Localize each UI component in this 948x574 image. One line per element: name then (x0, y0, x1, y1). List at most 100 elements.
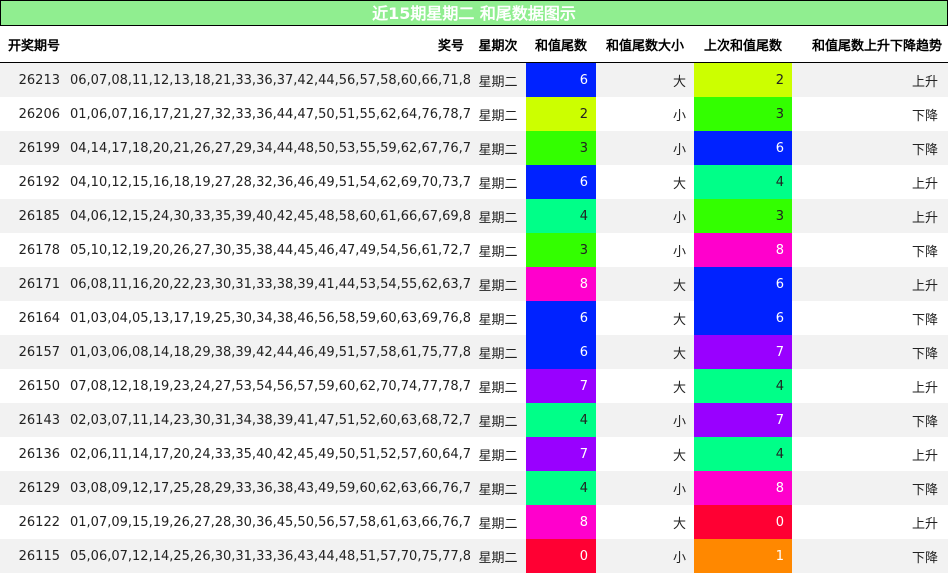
cell-trend: 下降 (792, 131, 948, 165)
cell-prev-tail: 1 (694, 539, 792, 573)
cell-sum-tail: 7 (526, 437, 596, 471)
cell-sum-size: 大 (672, 516, 686, 532)
table-row: 26164 01,03,04,05,13,17,19,25,30,34,38,46… (0, 301, 948, 335)
cell-issue: 26192 (18, 174, 60, 190)
cell-issue: 26122 (18, 514, 60, 530)
data-table: 开奖期号 奖号 星期次 和值尾数 和值尾数大小 上次和值尾数 和值尾数上升下降趋… (0, 26, 948, 573)
cell-trend: 上升 (911, 516, 938, 532)
table-row: 26115 05,06,07,12,14,25,26,30,31,33,36,43… (0, 539, 948, 573)
table-row: 26171 06,08,11,16,20,22,23,30,31,33,38,39… (0, 267, 948, 301)
cell-weekday: 星期二 (478, 448, 518, 464)
cell-sum-size: 小 (596, 199, 694, 233)
table-row: 26122 01,07,09,15,19,26,27,28,30,36,45,50… (0, 505, 948, 539)
cell-numbers: 04,06,12,15,24,30,33,35,39,40,42,45,48,5… (70, 199, 470, 233)
cell-weekday: 星期二 (470, 267, 526, 301)
cell-sum-size: 大 (672, 448, 686, 464)
cell-weekday: 星期二 (478, 244, 518, 260)
table-row: 26136 02,06,11,14,17,20,24,33,35,40,42,45… (0, 437, 948, 471)
cell-prev-tail: 0 (694, 505, 792, 539)
cell-prev-tail: 2 (694, 62, 792, 97)
cell-numbers: 06,07,08,11,12,13,18,21,33,36,37,42,44,5… (70, 62, 470, 97)
table-row: 26213 06,07,08,11,12,13,18,21,33,36,37,42… (0, 62, 948, 97)
cell-issue: 26171 (0, 267, 70, 301)
header-sum-size: 和值尾数大小 (596, 26, 694, 63)
cell-sum-size: 大 (596, 267, 694, 301)
cell-sum-tail: 6 (526, 301, 596, 335)
table-row: 26199 04,14,17,18,20,21,26,27,29,34,44,48… (0, 131, 948, 165)
cell-issue: 26213 (0, 62, 70, 97)
cell-issue: 26136 (18, 446, 60, 462)
cell-weekday: 星期二 (470, 131, 526, 165)
cell-prev-tail: 4 (694, 165, 792, 199)
cell-prev-tail: 4 (694, 369, 792, 403)
table-row: 26178 05,10,12,19,20,26,27,30,35,38,44,45… (0, 233, 948, 267)
table-body: 26213 06,07,08,11,12,13,18,21,33,36,37,42… (0, 62, 948, 573)
cell-sum-tail: 3 (526, 233, 596, 267)
cell-trend: 下降 (792, 335, 948, 369)
cell-weekday: 星期二 (470, 199, 526, 233)
cell-prev-tail: 6 (694, 131, 792, 165)
cell-issue: 26150 (18, 378, 60, 394)
cell-trend: 上升 (792, 267, 948, 301)
cell-prev-tail: 7 (694, 403, 792, 437)
cell-numbers: 01,03,06,08,14,18,29,38,39,42,44,46,49,5… (70, 335, 470, 369)
cell-sum-tail: 6 (526, 165, 596, 199)
cell-numbers: 01,06,07,16,17,21,27,32,33,36,44,47,50,5… (70, 106, 470, 122)
cell-prev-tail: 6 (694, 301, 792, 335)
cell-prev-tail: 6 (694, 267, 792, 301)
cell-trend: 上升 (792, 62, 948, 97)
table-row: 26157 01,03,06,08,14,18,29,38,39,42,44,46… (0, 335, 948, 369)
cell-numbers: 02,03,07,11,14,23,30,31,34,38,39,41,47,5… (70, 403, 470, 437)
cell-sum-size: 小 (672, 244, 686, 260)
table-row: 26206 01,06,07,16,17,21,27,32,33,36,44,47… (0, 97, 948, 131)
cell-sum-tail: 2 (526, 97, 596, 131)
header-weekday: 星期次 (470, 26, 526, 63)
header-issue: 开奖期号 (0, 26, 70, 63)
cell-weekday: 星期二 (470, 62, 526, 97)
cell-trend: 上升 (911, 176, 938, 192)
header-trend: 和值尾数上升下降趋势 (792, 26, 948, 63)
cell-prev-tail: 3 (694, 199, 792, 233)
table-title: 近15期星期二 和尾数据图示 (0, 0, 948, 26)
cell-numbers: 04,14,17,18,20,21,26,27,29,34,44,48,50,5… (70, 131, 470, 165)
cell-prev-tail: 3 (694, 97, 792, 131)
cell-sum-size: 大 (596, 335, 694, 369)
cell-weekday: 星期二 (478, 312, 518, 328)
cell-weekday: 星期二 (470, 539, 526, 573)
cell-sum-tail: 8 (526, 267, 596, 301)
cell-prev-tail: 8 (694, 471, 792, 505)
cell-trend: 上升 (911, 380, 938, 396)
cell-sum-size: 小 (596, 131, 694, 165)
cell-prev-tail: 7 (694, 335, 792, 369)
cell-sum-tail: 0 (526, 539, 596, 573)
cell-weekday: 星期二 (478, 176, 518, 192)
cell-sum-tail: 4 (526, 403, 596, 437)
cell-trend: 下降 (792, 403, 948, 437)
cell-trend: 下降 (792, 471, 948, 505)
header-sum-tail: 和值尾数 (526, 26, 596, 63)
header-numbers: 奖号 (70, 26, 470, 63)
cell-trend: 上升 (911, 448, 938, 464)
cell-numbers: 07,08,12,18,19,23,24,27,53,54,56,57,59,6… (70, 378, 470, 394)
cell-issue: 26157 (0, 335, 70, 369)
table-row: 26129 03,08,09,12,17,25,28,29,33,36,38,43… (0, 471, 948, 505)
cell-numbers: 06,08,11,16,20,22,23,30,31,33,38,39,41,4… (70, 267, 470, 301)
cell-numbers: 02,06,11,14,17,20,24,33,35,40,42,45,49,5… (70, 446, 470, 462)
cell-weekday: 星期二 (478, 380, 518, 396)
cell-sum-size: 小 (596, 471, 694, 505)
cell-issue: 26199 (0, 131, 70, 165)
cell-sum-tail: 4 (526, 471, 596, 505)
cell-issue: 26115 (0, 539, 70, 573)
cell-trend: 下降 (911, 312, 938, 328)
cell-weekday: 星期二 (470, 335, 526, 369)
cell-sum-size: 大 (672, 312, 686, 328)
cell-sum-size: 小 (596, 403, 694, 437)
cell-numbers: 03,08,09,12,17,25,28,29,33,36,38,43,49,5… (70, 471, 470, 505)
cell-sum-tail: 4 (526, 199, 596, 233)
cell-sum-size: 大 (672, 380, 686, 396)
cell-prev-tail: 4 (694, 437, 792, 471)
cell-weekday: 星期二 (470, 471, 526, 505)
cell-trend: 下降 (911, 244, 938, 260)
page: 近15期星期二 和尾数据图示 开奖期号 奖号 星期次 和值尾数 和值尾数大小 上… (0, 0, 948, 574)
cell-sum-size: 小 (596, 539, 694, 573)
